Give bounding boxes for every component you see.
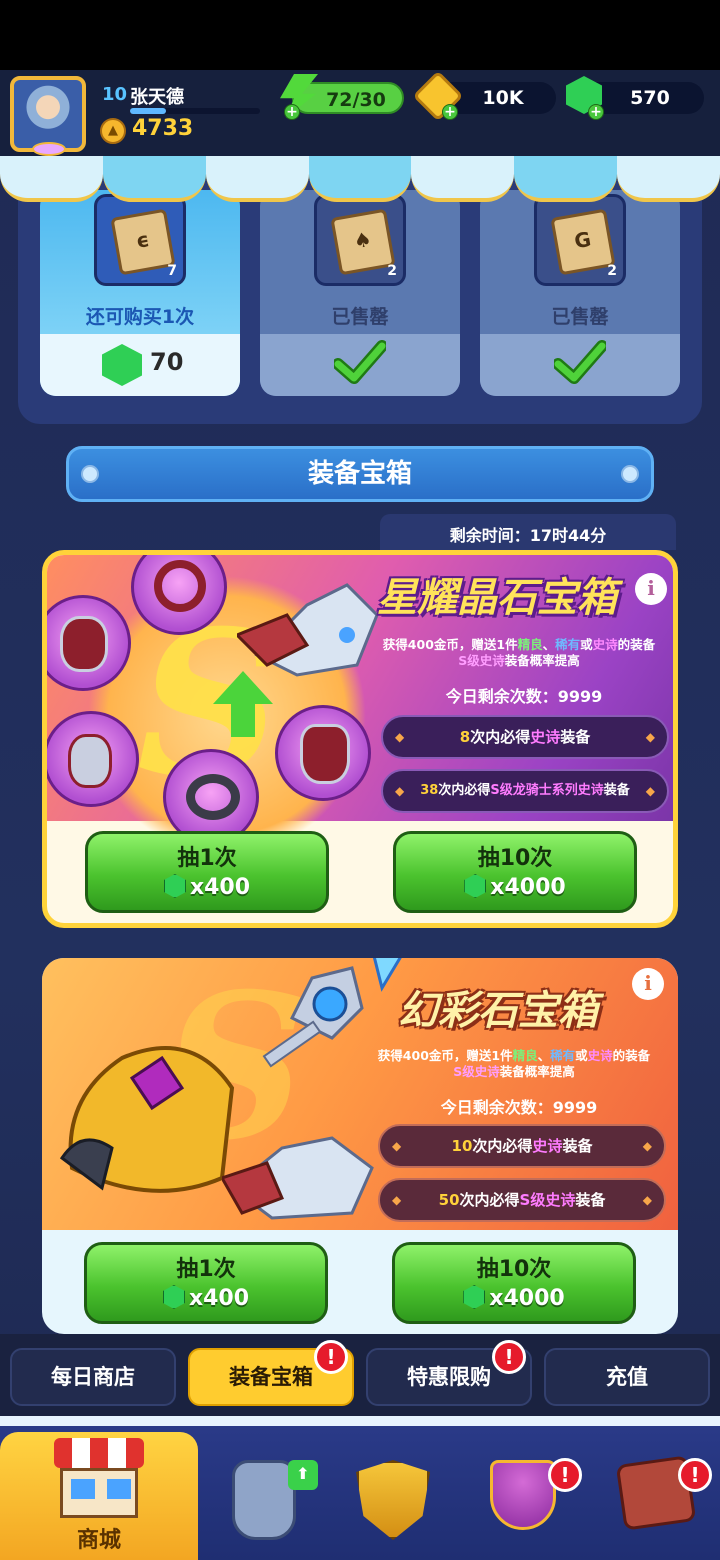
button-label: 抽1次	[177, 846, 237, 871]
scroll-icon: ϵ	[110, 208, 176, 276]
chest-title: 星耀晶石宝箱	[377, 575, 617, 621]
scroll-offer-1[interactable]: ϵ7 还可购买1次 70	[40, 190, 240, 396]
scroll-icon: G	[550, 208, 616, 276]
chest-card-prism: S 幻彩石宝箱 i 获得400金币，赠送1件精良、稀有或史诗的装备 S级史诗装备…	[42, 958, 678, 1334]
gem-icon	[102, 344, 142, 386]
offer-price: 70	[150, 348, 184, 376]
info-icon[interactable]: i	[632, 968, 664, 1000]
item-count: 7	[167, 263, 177, 279]
draw-cost: x400	[88, 874, 326, 900]
chest-art: S 星耀晶石宝箱 i 获得400金币，赠送1件精良、稀有或史诗的装备 S级史诗装…	[47, 555, 673, 855]
button-label: 抽10次	[476, 1257, 552, 1282]
player-level: 10	[102, 84, 128, 105]
pity-info-2: 50次内必得S级史诗装备	[378, 1178, 666, 1222]
item-count: 2	[387, 263, 397, 279]
pity-info-1: 8次内必得史诗装备	[381, 715, 669, 759]
section-header: 装备宝箱	[66, 446, 654, 502]
helmet-icon	[275, 705, 371, 801]
xp-bar	[130, 108, 260, 114]
check-icon	[554, 340, 606, 384]
scroll-item-slot: ϵ7	[94, 194, 186, 286]
draw-once-button[interactable]: 抽1次 x400	[85, 831, 329, 913]
chest-card-star: S 星耀晶石宝箱 i 获得400金币，赠送1件精良、稀有或史诗的装备 S级史诗装…	[42, 550, 678, 928]
gem-icon	[162, 1285, 185, 1309]
gauntlet-weapon-icon	[237, 583, 379, 677]
gem-icon	[464, 874, 487, 898]
offer-status: 已售罄	[551, 306, 609, 328]
draw-ten-button[interactable]: 抽10次 x4000	[392, 1242, 636, 1324]
sold-out-area	[480, 334, 680, 396]
player-avatar[interactable]	[10, 76, 86, 156]
scroll-item-slot: G2	[534, 194, 626, 286]
tab-daily-shop[interactable]: 每日商店	[10, 1348, 176, 1406]
check-icon	[334, 340, 386, 384]
gem-icon	[163, 874, 186, 898]
header-rivet	[621, 465, 639, 483]
chest-art: S 幻彩石宝箱 i 获得400金币，赠送1件精良、稀有或史诗的装备 S级史诗装备…	[42, 958, 678, 1230]
daily-remaining: 今日剩余次数：9999	[445, 687, 603, 706]
button-label: 抽10次	[477, 846, 553, 871]
add-gold-icon[interactable]: +	[442, 104, 458, 120]
pity-info-2: 38次内必得S级龙骑士系列史诗装备	[381, 769, 669, 813]
scroll-offer-3: G2 已售罄	[480, 190, 680, 396]
draw-cost: x400	[87, 1285, 325, 1311]
refresh-timer: 剩余时间：17时44分	[449, 526, 607, 545]
nav-shop-label: 商城	[76, 1528, 121, 1553]
chest-description: 获得400金币，赠送1件精良、稀有或史诗的装备 S级史诗装备概率提高	[382, 637, 656, 668]
button-label: 抽1次	[176, 1257, 236, 1282]
shop-screen: 10 张天德 ▲ 4733 72/30 + 10K + 570 + ϵ7 还可购…	[0, 70, 720, 1560]
section-title: 装备宝箱	[307, 459, 412, 489]
draw-cost: x4000	[396, 874, 634, 900]
upgrade-available-icon: ⬆	[288, 1460, 318, 1490]
buy-button[interactable]: 70	[40, 334, 240, 396]
shop-icon	[54, 1438, 144, 1524]
add-energy-icon[interactable]: +	[284, 104, 300, 120]
player-power: 4733	[132, 116, 194, 141]
power-icon: ▲	[100, 118, 126, 144]
notification-badge: !	[314, 1340, 348, 1374]
chest-title: 幻彩石宝箱	[398, 988, 598, 1034]
nav-equipment-armor-icon[interactable]	[232, 1460, 296, 1540]
xp-bar-fill	[130, 108, 167, 114]
gauntlet-weapon-icon	[222, 1136, 374, 1220]
player-name: 张天德	[130, 87, 184, 108]
pity-info-1: 10次内必得史诗装备	[378, 1124, 666, 1168]
chest-description: 获得400金币，赠送1件精良、稀有或史诗的装备 S级史诗装备概率提高	[377, 1048, 651, 1079]
nav-trophy-cup-icon[interactable]	[490, 1460, 556, 1530]
info-icon[interactable]: i	[635, 573, 667, 605]
avatar-frame-wing	[32, 142, 66, 156]
scroll-offer-2: ♠ 2 已售罄	[260, 190, 460, 396]
add-gem-icon[interactable]: +	[588, 104, 604, 120]
notification-badge: !	[548, 1458, 582, 1492]
draw-cost: x4000	[395, 1285, 633, 1311]
offer-status: 已售罄	[331, 306, 389, 328]
energy-value: 72/30	[326, 89, 386, 111]
draw-once-button[interactable]: 抽1次 x400	[84, 1242, 328, 1324]
shop-awning	[0, 156, 720, 202]
boots-icon	[47, 711, 139, 807]
notification-badge: !	[492, 1340, 526, 1374]
offer-status: 还可购买1次	[85, 306, 195, 328]
nav-shop[interactable]: 商城	[0, 1432, 198, 1560]
sold-out-area	[260, 334, 460, 396]
item-count: 2	[607, 263, 617, 279]
scroll-icon: ♠	[330, 208, 396, 276]
scroll-item-slot: ♠ 2	[314, 194, 406, 286]
gem-icon	[463, 1285, 486, 1309]
draw-ten-button[interactable]: 抽10次 x4000	[393, 831, 637, 913]
top-bar: 10 张天德 ▲ 4733 72/30 + 10K + 570 +	[0, 70, 720, 160]
notification-badge: !	[678, 1458, 712, 1492]
daily-remaining: 今日剩余次数：9999	[440, 1098, 598, 1117]
tab-recharge[interactable]: 充值	[544, 1348, 710, 1406]
